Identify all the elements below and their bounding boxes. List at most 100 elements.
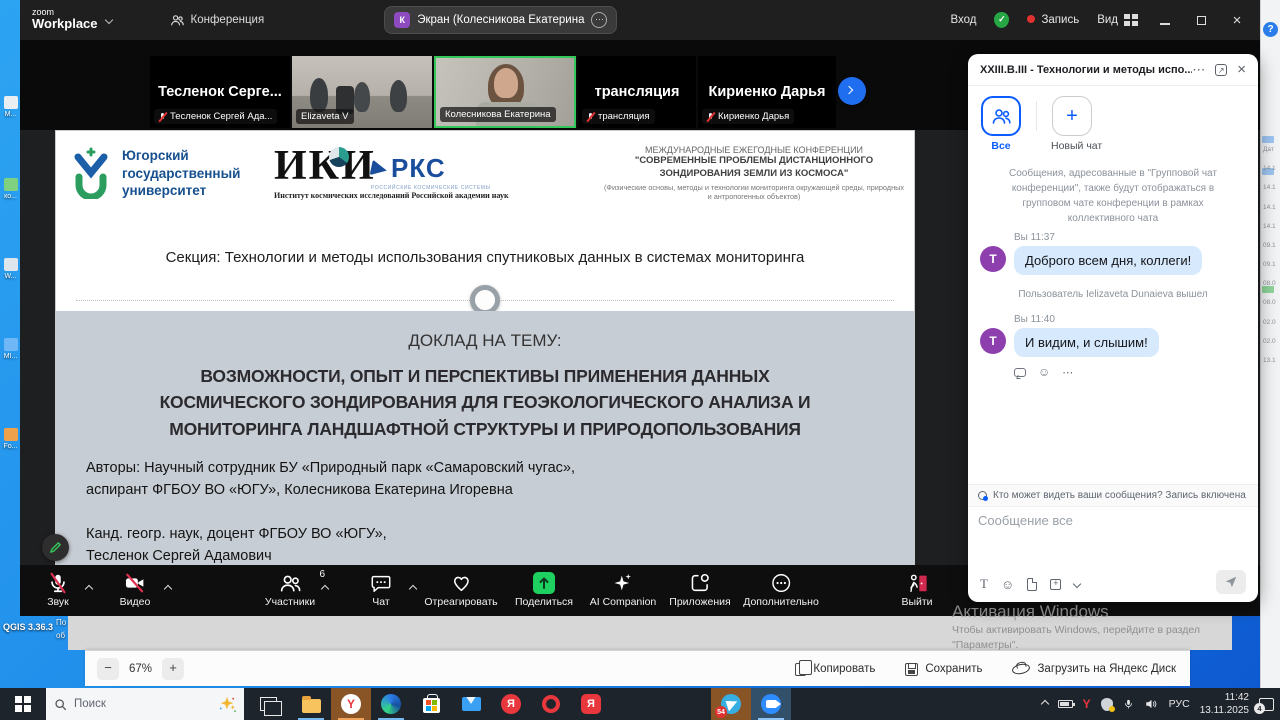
chat-message[interactable]: T Доброго всем дня, коллеги! bbox=[968, 246, 1258, 275]
screen-capture-icon[interactable] bbox=[1050, 579, 1061, 590]
divider bbox=[1036, 101, 1037, 131]
privacy-notice[interactable]: Кто может видеть ваши сообщения? Запись … bbox=[968, 485, 1258, 507]
annotate-button[interactable] bbox=[42, 534, 69, 561]
share-icon bbox=[533, 572, 555, 594]
login-button[interactable]: Вход bbox=[950, 14, 976, 26]
tray-expand-chevron[interactable] bbox=[1040, 700, 1048, 708]
yandex-tray-icon[interactable]: Y bbox=[1083, 697, 1091, 711]
chat-message-input[interactable] bbox=[978, 513, 1228, 528]
video-tile-elizaveta[interactable]: Elizaveta V bbox=[292, 56, 432, 128]
taskbar-app-zoom[interactable] bbox=[751, 688, 791, 720]
record-indicator[interactable]: Запись bbox=[1027, 14, 1079, 26]
tab-more-icon[interactable]: ⋯ bbox=[591, 12, 607, 28]
chevron-right-icon bbox=[845, 86, 853, 94]
video-button[interactable]: Видео bbox=[120, 571, 151, 608]
tray-mic-icon[interactable] bbox=[1123, 697, 1134, 711]
desktop-icon[interactable]: М... bbox=[2, 96, 19, 118]
start-button[interactable] bbox=[0, 688, 46, 720]
taskbar-app-yandex-browser[interactable]: Y bbox=[331, 688, 371, 720]
help-icon[interactable]: ? bbox=[1263, 22, 1278, 37]
copy-button[interactable]: Копировать bbox=[795, 663, 875, 676]
minimize-button[interactable] bbox=[1156, 13, 1174, 28]
taskbar-app-store[interactable] bbox=[411, 688, 451, 720]
clock[interactable]: 11:42 13.11.2025 bbox=[1200, 691, 1249, 718]
chat-notice: Сообщения, адресованные в "Групповой чат… bbox=[996, 166, 1230, 226]
desktop-icon-qgis[interactable]: QGIS 3.36.3 bbox=[3, 622, 53, 632]
video-tile-teslenok[interactable]: Тесленок Серге... Тесленок Сергей Ада... bbox=[150, 56, 290, 128]
security-shield-icon[interactable]: ✓ bbox=[994, 12, 1009, 28]
video-options-chevron[interactable] bbox=[165, 579, 171, 597]
audio-button[interactable]: Звук bbox=[47, 571, 69, 608]
audio-options-chevron[interactable] bbox=[86, 579, 92, 597]
reply-icon[interactable] bbox=[1014, 368, 1026, 377]
desktop-icon[interactable]: ко... bbox=[2, 178, 19, 200]
popout-icon[interactable]: ↗ bbox=[1215, 64, 1227, 76]
leave-button[interactable]: Выйти bbox=[901, 571, 932, 608]
notifications-icon[interactable]: 4 bbox=[1259, 698, 1274, 711]
share-screen-button[interactable]: Поделиться bbox=[515, 571, 573, 608]
chat-close-icon[interactable]: × bbox=[1237, 61, 1246, 78]
mail-icon bbox=[462, 697, 481, 711]
ai-companion-button[interactable]: AI Companion bbox=[590, 571, 657, 608]
chat-message[interactable]: T И видим, и слышим! bbox=[968, 328, 1258, 357]
defender-shield-icon[interactable] bbox=[1101, 698, 1113, 711]
save-button[interactable]: Сохранить bbox=[905, 663, 982, 676]
tab-screen-share[interactable]: К Экран (Колесникова Екатерина ⋯ bbox=[384, 6, 617, 34]
message-more-icon[interactable]: ⋯ bbox=[1062, 366, 1073, 379]
ugu-logo: Югорский государственный университет bbox=[70, 147, 240, 200]
chevron-down-icon[interactable] bbox=[1073, 580, 1081, 588]
taskbar-app-yandex2[interactable]: Я bbox=[571, 688, 611, 720]
next-participants-button[interactable] bbox=[838, 77, 866, 105]
desktop-icon-label: По об bbox=[56, 617, 66, 643]
desktop-icon[interactable]: MI... bbox=[2, 338, 19, 360]
zoom-workplace-logo[interactable]: zoom Workplace bbox=[32, 8, 112, 31]
search-input[interactable] bbox=[74, 698, 184, 710]
maximize-button[interactable] bbox=[1192, 13, 1210, 28]
more-button[interactable]: Дополнительно bbox=[743, 571, 819, 608]
zoom-out-button[interactable]: − bbox=[97, 658, 119, 680]
participants-button[interactable]: 6 Участники bbox=[265, 571, 315, 608]
task-view-icon[interactable] bbox=[260, 697, 277, 711]
taskbar-app-mail[interactable] bbox=[451, 688, 491, 720]
upload-yandex-disk-button[interactable]: Загрузить на Яндекс Диск bbox=[1012, 663, 1176, 675]
taskbar-search[interactable] bbox=[46, 688, 244, 720]
battery-icon[interactable] bbox=[1058, 700, 1073, 708]
close-button[interactable]: × bbox=[1228, 12, 1246, 29]
taskbar-app-opera[interactable] bbox=[531, 688, 571, 720]
emoji-icon[interactable]: ☺ bbox=[1001, 577, 1014, 592]
taskbar-app-yandex[interactable]: Я bbox=[491, 688, 531, 720]
video-figure bbox=[310, 78, 328, 112]
tab-meeting[interactable]: Конференция bbox=[170, 13, 265, 27]
windows-activation-hint2: "Параметры". bbox=[952, 639, 1018, 651]
taskbar-app-edge[interactable] bbox=[371, 688, 411, 720]
apps-button[interactable]: Приложения bbox=[669, 571, 730, 608]
view-button[interactable]: Вид bbox=[1097, 14, 1138, 26]
new-chat-button[interactable]: + Новый чат bbox=[1051, 96, 1093, 152]
chat-footer: Кто может видеть ваши сообщения? Запись … bbox=[968, 484, 1258, 602]
yandex-icon: Я bbox=[501, 694, 521, 714]
taskbar-app-telegram[interactable]: 54 bbox=[711, 688, 751, 720]
video-tile-kolesnikova-active-speaker[interactable]: Колесникова Екатерина bbox=[434, 56, 576, 128]
send-button[interactable] bbox=[1216, 570, 1246, 594]
emoji-react-icon[interactable]: ☺ bbox=[1038, 365, 1050, 379]
chat-options-chevron[interactable] bbox=[410, 579, 416, 597]
chat-more-icon[interactable]: ⋯ bbox=[1192, 62, 1205, 78]
attach-file-icon[interactable] bbox=[1027, 578, 1037, 591]
language-indicator[interactable]: РУС bbox=[1169, 698, 1190, 710]
desktop-icon[interactable]: Fo... bbox=[2, 428, 19, 450]
chat-tab-all[interactable]: Все bbox=[980, 96, 1022, 152]
report-label: ДОКЛАД НА ТЕМУ: bbox=[56, 331, 914, 351]
taskbar-app-explorer[interactable] bbox=[291, 688, 331, 720]
zoom-controls: − 67% + bbox=[97, 658, 184, 680]
speaker-icon[interactable] bbox=[1144, 697, 1159, 711]
video-tile-translyaciya[interactable]: трансляция трансляция bbox=[578, 56, 696, 128]
reactions-button[interactable]: Отреагировать bbox=[424, 571, 497, 608]
format-text-icon[interactable]: T bbox=[980, 576, 988, 592]
desktop-icon[interactable]: W... bbox=[2, 258, 19, 280]
video-tile-kirienko[interactable]: Кириенко Дарья Кириенко Дарья bbox=[698, 56, 836, 128]
participant-nameplate: трансляция bbox=[582, 109, 655, 124]
zoom-in-button[interactable]: + bbox=[162, 658, 184, 680]
participants-options-chevron[interactable] bbox=[322, 579, 328, 597]
chat-button[interactable]: Чат bbox=[370, 571, 393, 608]
mic-muted-icon bbox=[47, 572, 69, 594]
